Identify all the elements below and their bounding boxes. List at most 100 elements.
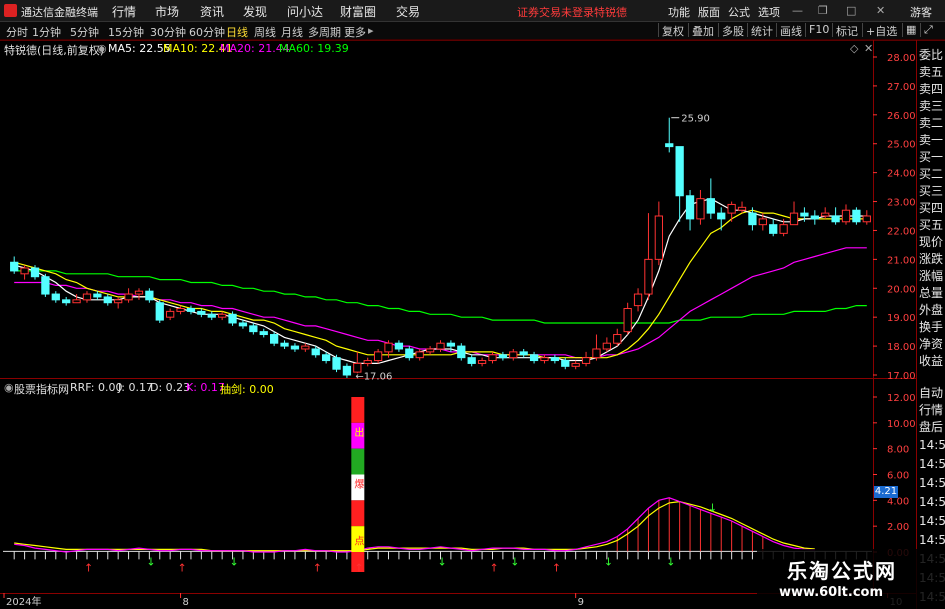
candle-body bbox=[145, 290, 154, 301]
candle-body bbox=[457, 345, 466, 359]
sidebar-item[interactable]: 涨跌 bbox=[919, 250, 943, 267]
candle-body bbox=[228, 313, 237, 324]
candle-body bbox=[675, 146, 684, 197]
sidebar-item[interactable]: 外盘 bbox=[919, 301, 943, 318]
y-tick-label: 19.00 bbox=[887, 313, 916, 324]
candle-body bbox=[301, 345, 310, 350]
candle-body bbox=[41, 276, 50, 295]
sidebar-item[interactable]: 净资 bbox=[919, 335, 943, 352]
main-top-border bbox=[0, 40, 945, 41]
sidebar-item[interactable]: 14:56 bbox=[919, 495, 945, 509]
y-tick-label: 22.00 bbox=[887, 226, 916, 237]
candle-body bbox=[373, 351, 383, 362]
sidebar-item[interactable]: 买二 bbox=[919, 165, 943, 182]
candle-body bbox=[218, 313, 227, 318]
y-tick-label: 21.00 bbox=[887, 255, 916, 266]
date-label: 2024年 bbox=[6, 595, 41, 608]
sidebar-item[interactable]: 总量 bbox=[919, 284, 943, 301]
candle-body bbox=[363, 360, 372, 364]
sidebar-item[interactable]: 自动 bbox=[919, 384, 943, 401]
candle-body bbox=[477, 360, 487, 364]
down-arrow-icon: ↓ bbox=[146, 555, 155, 568]
candle-body bbox=[62, 299, 71, 304]
sidebar-item[interactable]: 14:56 bbox=[919, 457, 945, 471]
sidebar-item[interactable]: 涨幅 bbox=[919, 267, 943, 284]
kline-chart[interactable]: 28.00 27.00 26.00 25.00 24.00 23.00 22.00 21.00… bbox=[0, 0, 945, 609]
candle-body bbox=[280, 342, 289, 347]
candle-body bbox=[717, 212, 726, 220]
candle-body bbox=[134, 290, 144, 295]
candle-body bbox=[446, 342, 456, 347]
candle-body bbox=[197, 310, 206, 315]
candle-body bbox=[841, 209, 851, 223]
sidebar-item[interactable]: 14:56 bbox=[919, 438, 945, 452]
sub-y-tick-label: 6.00 bbox=[887, 471, 909, 482]
candle-body bbox=[321, 354, 331, 362]
y-tick-label: 20.00 bbox=[887, 284, 916, 295]
candle-body bbox=[82, 293, 92, 301]
sidebar-item[interactable]: 卖五 bbox=[919, 63, 943, 80]
candle-body bbox=[155, 302, 164, 321]
candle-body bbox=[613, 334, 622, 344]
candle-body bbox=[592, 348, 601, 359]
up-arrow-icon: ↑ bbox=[489, 561, 498, 574]
sidebar-item[interactable]: 14:56 bbox=[919, 514, 945, 528]
candle-body bbox=[706, 198, 715, 214]
down-arrow-icon: ↓ bbox=[708, 502, 717, 515]
candle-body bbox=[737, 206, 747, 211]
y-tick-label: 26.00 bbox=[887, 111, 916, 122]
candle-body bbox=[529, 354, 539, 362]
candle-body bbox=[186, 308, 196, 312]
candle-body bbox=[332, 357, 341, 370]
up-arrow-icon: ↑ bbox=[354, 561, 363, 574]
candle-body bbox=[852, 209, 861, 223]
ma5-line bbox=[14, 198, 867, 364]
candle-body bbox=[540, 357, 549, 362]
y-tick-label: 27.00 bbox=[887, 82, 916, 93]
sidebar-item[interactable]: 卖二 bbox=[919, 114, 943, 131]
sidebar-item[interactable]: 现价 bbox=[919, 233, 943, 250]
sidebar-item[interactable]: 卖三 bbox=[919, 97, 943, 114]
candle-body bbox=[207, 313, 216, 318]
candle-body bbox=[311, 348, 320, 356]
candle-body bbox=[394, 342, 404, 350]
y-tick-label: 23.00 bbox=[887, 198, 916, 209]
sub-y-tick-label: 8.00 bbox=[887, 445, 909, 456]
sidebar-item[interactable]: 盘后 bbox=[919, 418, 943, 435]
sidebar-item[interactable]: 委比 bbox=[919, 46, 943, 63]
candle-body bbox=[384, 342, 393, 353]
sidebar-item[interactable]: 买四 bbox=[919, 199, 943, 216]
candle-body bbox=[51, 293, 60, 301]
signal-bar-segment bbox=[351, 500, 365, 527]
panel-divider bbox=[0, 378, 917, 379]
candle-body bbox=[269, 334, 279, 344]
sidebar-item[interactable]: 收益 bbox=[919, 352, 943, 369]
candle-body bbox=[748, 212, 757, 226]
candle-body bbox=[10, 261, 19, 272]
candle-body bbox=[821, 212, 830, 217]
up-arrow-icon: ↑ bbox=[552, 561, 561, 574]
candle-body bbox=[696, 198, 705, 220]
candle-body bbox=[238, 322, 248, 327]
sidebar-item[interactable]: 买五 bbox=[919, 216, 943, 233]
sidebar-item[interactable]: 14:56 bbox=[919, 533, 945, 547]
candle-body bbox=[467, 357, 476, 364]
signal-bar-text: 点 bbox=[354, 535, 364, 547]
down-arrow-icon: ↓ bbox=[438, 555, 447, 568]
sidebar-item[interactable]: 卖一 bbox=[919, 131, 943, 148]
candle-body bbox=[550, 357, 560, 362]
candle-body bbox=[498, 354, 508, 359]
y-tick-label: 28.00 bbox=[887, 53, 916, 64]
candle-body bbox=[425, 348, 435, 353]
d-line bbox=[14, 500, 815, 552]
sidebar-item[interactable]: 换手 bbox=[919, 318, 943, 335]
y-tick-label: 24.00 bbox=[887, 169, 916, 180]
sidebar-item[interactable]: 买一 bbox=[919, 148, 943, 165]
watermark-url: www.60lt.com bbox=[779, 585, 884, 600]
sidebar-item[interactable]: 买三 bbox=[919, 182, 943, 199]
sidebar-item[interactable]: 14:56 bbox=[919, 476, 945, 490]
sidebar-item[interactable]: 卖四 bbox=[919, 80, 943, 97]
candle-body bbox=[415, 351, 424, 359]
sidebar-item[interactable]: 行情 bbox=[919, 401, 943, 418]
y-tick-label: 25.00 bbox=[887, 140, 916, 151]
